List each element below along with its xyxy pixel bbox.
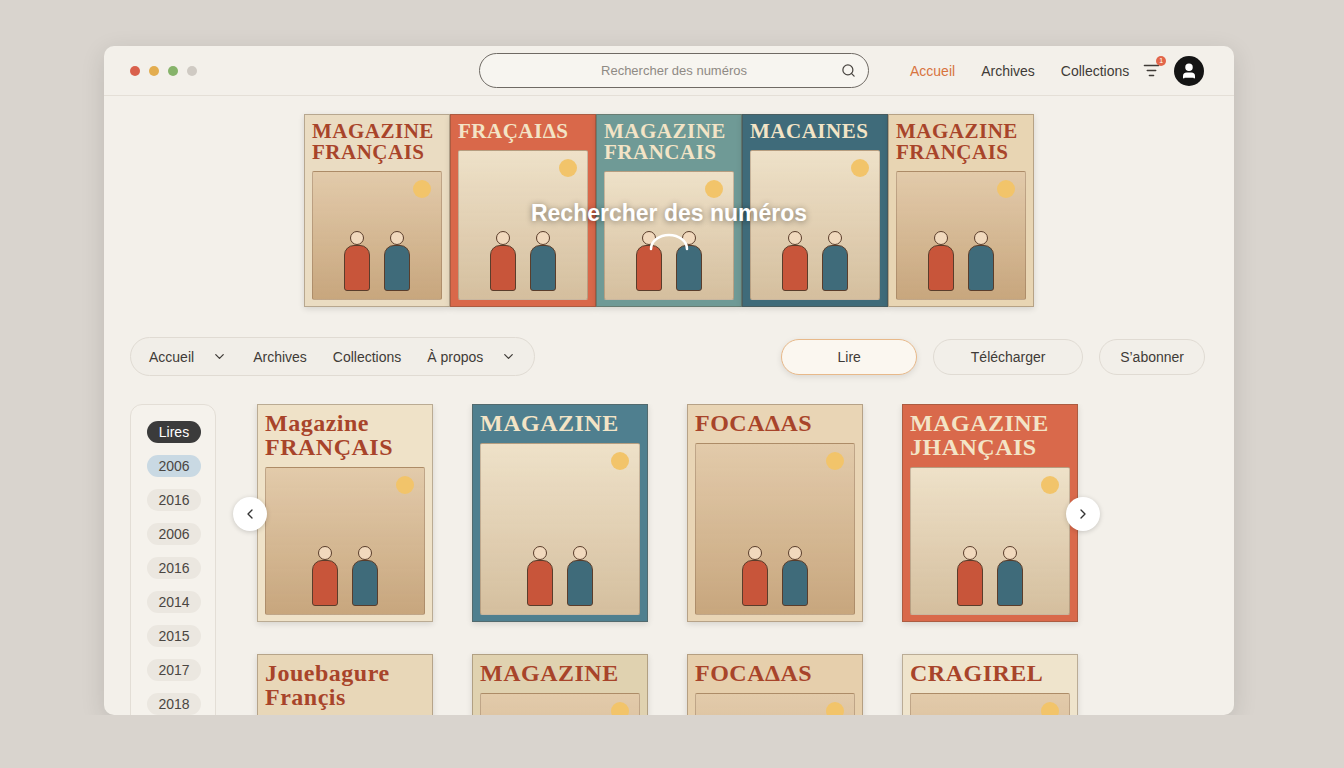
action-buttons: Lire Télécharger S’abonner bbox=[781, 339, 1205, 375]
issue-cover[interactable]: FOCAΔAS bbox=[687, 654, 863, 715]
cover-grid: Magazine FRANÇAIS MAGAZINE FOCAΔAS MAGAZINE… bbox=[257, 404, 1078, 715]
pill-nav: Accueil Archives Collections À propos bbox=[130, 337, 535, 376]
hero-overlay: Rechercher des numéros bbox=[104, 200, 1234, 253]
cover-illustration bbox=[695, 693, 855, 715]
hero-cover[interactable]: MAGAZINE FRANÇAIS bbox=[304, 114, 450, 307]
window-control-dot[interactable] bbox=[187, 66, 197, 76]
cover-title: MAGAZINE bbox=[480, 661, 640, 685]
action-button[interactable]: Télécharger bbox=[933, 339, 1083, 375]
sidebar-item[interactable]: 2006 bbox=[147, 455, 201, 477]
cover-title: MAGAZINE bbox=[480, 411, 640, 435]
cover-illustration bbox=[910, 467, 1070, 615]
chevron-right-icon bbox=[1075, 506, 1091, 522]
cover-title: Jouebagure Françis bbox=[265, 661, 425, 709]
sidebar-item[interactable]: 2014 bbox=[147, 591, 201, 613]
year-sidebar: Lires 2006 2016 2006 2016 2014 2015 2017 2018 bbox=[130, 404, 216, 715]
sidebar-item[interactable]: 2016 bbox=[147, 557, 201, 579]
issue-cover[interactable]: MAGAZINE JHANÇAIS bbox=[902, 404, 1078, 622]
pill-nav-item[interactable]: Archives bbox=[253, 349, 307, 365]
top-nav-link[interactable]: Collections bbox=[1061, 63, 1129, 79]
action-button[interactable]: S’abonner bbox=[1099, 339, 1205, 375]
search-icon bbox=[841, 63, 856, 78]
toolbar: Accueil Archives Collections À propos Lire Té… bbox=[104, 337, 1234, 376]
top-nav-link[interactable]: Archives bbox=[981, 63, 1035, 79]
pill-nav-item[interactable]: Accueil bbox=[149, 349, 227, 365]
cover-illustration bbox=[910, 693, 1070, 715]
avatar-icon[interactable] bbox=[1174, 56, 1204, 86]
window-control-dot[interactable] bbox=[168, 66, 178, 76]
previous-button[interactable] bbox=[233, 497, 267, 531]
action-button[interactable]: Lire bbox=[781, 339, 917, 375]
issue-cover[interactable]: MAGAZINE bbox=[472, 404, 648, 622]
sidebar-item[interactable]: 2016 bbox=[147, 489, 201, 511]
sidebar-item[interactable]: 2015 bbox=[147, 625, 201, 647]
cover-title: FOCAΔAS bbox=[695, 411, 855, 435]
pill-nav-item[interactable]: À propos bbox=[427, 349, 516, 365]
chevron-left-icon bbox=[242, 506, 258, 522]
cover-title: MAGAZINE FRANÇAIS bbox=[896, 121, 1026, 163]
top-bar: Rechercher des numéros Accueil Archives Col… bbox=[104, 46, 1234, 96]
hero-covers: MAGAZINE FRANÇAIS FRAÇAIΔS MAGAZINE FRANCA… bbox=[104, 114, 1234, 307]
issue-cover[interactable]: MAGAZINE bbox=[472, 654, 648, 715]
sidebar-item[interactable]: 2018 bbox=[147, 693, 201, 715]
app-window: Rechercher des numéros Accueil Archives Col… bbox=[104, 46, 1234, 715]
cover-title: Magazine FRANÇAIS bbox=[265, 411, 425, 459]
issue-cover[interactable]: FOCAΔAS bbox=[687, 404, 863, 622]
cover-title: MAGAZINE FRANÇAIS bbox=[312, 121, 442, 163]
cover-title: MAGAZINE JHANÇAIS bbox=[910, 411, 1070, 459]
cover-title: FRAÇAIΔS bbox=[458, 121, 588, 142]
main-area: Lires 2006 2016 2006 2016 2014 2015 2017 2018 Mag… bbox=[104, 404, 1234, 715]
sidebar-item[interactable]: Lires bbox=[147, 421, 201, 443]
cover-title: FOCAΔAS bbox=[695, 661, 855, 685]
issue-cover[interactable]: Jouebagure Françis bbox=[257, 654, 433, 715]
cover-title: MAGAZINE FRANCAIS bbox=[604, 121, 734, 163]
top-nav: Accueil Archives Collections 1 bbox=[910, 56, 1204, 86]
cover-illustration bbox=[695, 443, 855, 615]
pill-nav-item[interactable]: Collections bbox=[333, 349, 401, 365]
sidebar-item[interactable]: 2017 bbox=[147, 659, 201, 681]
cover-illustration bbox=[312, 171, 442, 300]
cover-title: CRAGIREL bbox=[910, 661, 1070, 685]
chevron-down-icon bbox=[212, 349, 227, 364]
cover-illustration bbox=[480, 443, 640, 615]
window-control-dot[interactable] bbox=[149, 66, 159, 76]
filter-icon[interactable]: 1 bbox=[1143, 62, 1160, 79]
next-button[interactable] bbox=[1066, 497, 1100, 531]
issue-cover[interactable]: Magazine FRANÇAIS bbox=[257, 404, 433, 622]
issue-cover[interactable]: CRAGIREL bbox=[902, 654, 1078, 715]
cover-carousel: Magazine FRANÇAIS MAGAZINE FOCAΔAS MAGAZINE… bbox=[240, 404, 1078, 715]
window-controls bbox=[130, 66, 197, 76]
loading-spinner-icon bbox=[647, 231, 691, 253]
chevron-down-icon bbox=[501, 349, 516, 364]
cover-illustration bbox=[480, 693, 640, 715]
cover-illustration bbox=[265, 467, 425, 615]
sidebar-item[interactable]: 2006 bbox=[147, 523, 201, 545]
cover-title: MACAINES bbox=[750, 121, 880, 142]
top-nav-link[interactable]: Accueil bbox=[910, 63, 955, 79]
window-control-dot[interactable] bbox=[130, 66, 140, 76]
hero-cover[interactable]: MAGAZINE FRANÇAIS bbox=[888, 114, 1034, 307]
notification-badge: 1 bbox=[1156, 56, 1166, 66]
search-field[interactable]: Rechercher des numéros bbox=[479, 53, 869, 88]
cover-illustration bbox=[896, 171, 1026, 300]
